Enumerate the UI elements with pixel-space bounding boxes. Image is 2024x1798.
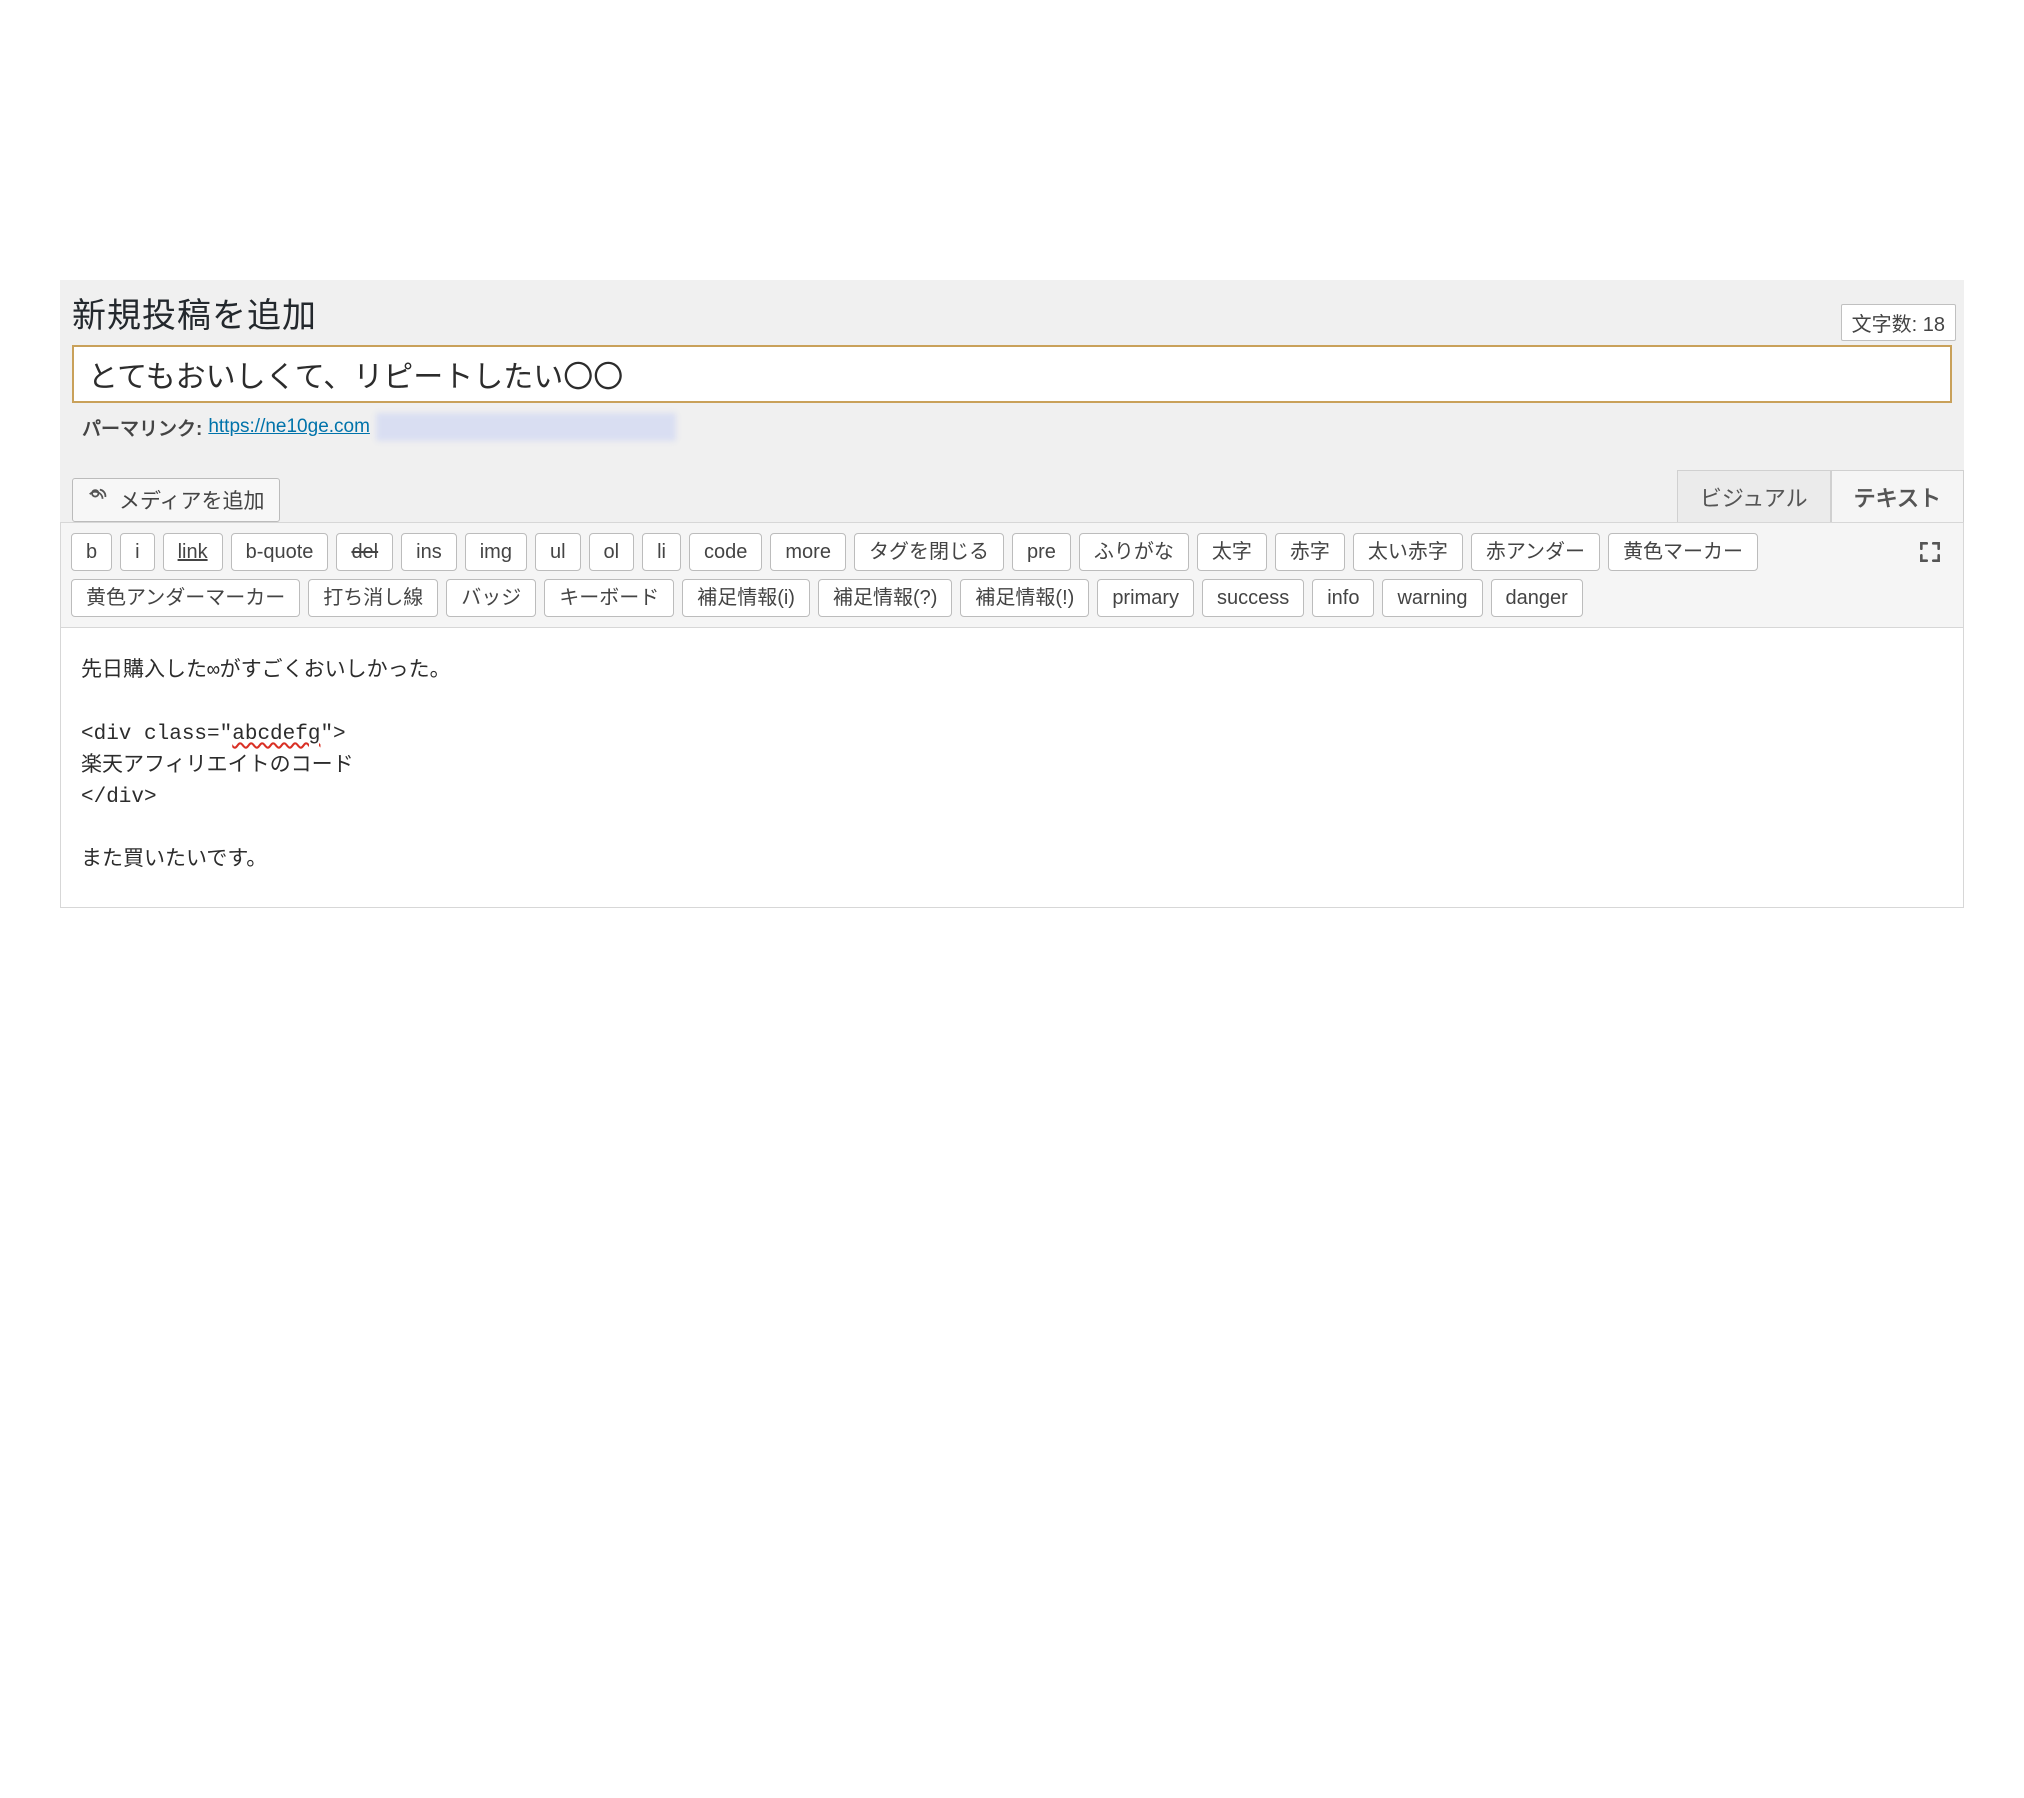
tool-ul-button[interactable]: ul — [535, 533, 581, 571]
add-media-label: メディアを追加 — [119, 485, 265, 515]
tool-blockquote-button[interactable]: b-quote — [231, 533, 329, 571]
permalink-link[interactable]: https://ne10ge.com — [208, 416, 370, 438]
tool-bold-button[interactable]: b — [71, 533, 112, 571]
header-row: 新規投稿を追加 文字数: 18 — [60, 280, 1964, 345]
tab-visual[interactable]: ビジュアル — [1677, 470, 1831, 523]
tool-supplement-q-button[interactable]: 補足情報(?) — [818, 579, 952, 617]
tool-pre-button[interactable]: pre — [1012, 533, 1071, 571]
editor-container: 新規投稿を追加 文字数: 18 パーマリンク: https://ne10ge.c… — [60, 280, 1964, 908]
content-line-4: </div> — [81, 786, 157, 809]
content-line-1: 先日購入した∞がすごくおいしかった。 — [81, 660, 451, 683]
tool-furigana-button[interactable]: ふりがな — [1079, 533, 1189, 571]
tool-warning-button[interactable]: warning — [1382, 579, 1482, 617]
tool-ol-button[interactable]: ol — [589, 533, 635, 571]
tool-code-button[interactable]: code — [689, 533, 762, 571]
add-media-button[interactable]: メディアを追加 — [72, 478, 280, 522]
tool-bold-ja-button[interactable]: 太字 — [1197, 533, 1267, 571]
tool-red-button[interactable]: 赤字 — [1275, 533, 1345, 571]
permalink-slug-blurred — [376, 413, 676, 441]
content-line-5: また買いたいです。 — [81, 849, 267, 872]
fullscreen-icon[interactable] — [1917, 539, 1943, 570]
tool-closetags-button[interactable]: タグを閉じる — [854, 533, 1004, 571]
content-line-2-post: "> — [320, 723, 345, 746]
tool-img-button[interactable]: img — [465, 533, 527, 571]
post-title-input[interactable] — [72, 345, 1952, 403]
tab-text[interactable]: テキスト — [1831, 470, 1964, 523]
char-count-value: 18 — [1923, 314, 1945, 336]
content-line-3: 楽天アフィリエイトのコード — [81, 755, 354, 778]
tool-primary-button[interactable]: primary — [1097, 579, 1194, 617]
tool-yellow-marker-button[interactable]: 黄色マーカー — [1608, 533, 1758, 571]
tool-red-under-button[interactable]: 赤アンダー — [1471, 533, 1600, 571]
post-content-textarea[interactable]: 先日購入した∞がすごくおいしかった。 <div class="abcdefg">… — [60, 628, 1964, 908]
tool-yellow-under-marker-button[interactable]: 黄色アンダーマーカー — [71, 579, 300, 617]
media-tabs-row: メディアを追加 ビジュアル テキスト — [60, 469, 1964, 522]
tool-italic-button[interactable]: i — [120, 533, 154, 571]
char-count-label: 文字数: — [1852, 314, 1918, 336]
tool-more-button[interactable]: more — [770, 533, 846, 571]
tool-danger-button[interactable]: danger — [1491, 579, 1583, 617]
page-title: 新規投稿を追加 — [72, 288, 317, 337]
permalink-row: パーマリンク: https://ne10ge.com — [82, 413, 1952, 441]
tool-bold-red-button[interactable]: 太い赤字 — [1353, 533, 1463, 571]
tool-keyboard-button[interactable]: キーボード — [544, 579, 674, 617]
tool-badge-button[interactable]: バッジ — [446, 579, 536, 617]
content-line-2-class: abcdefg — [232, 723, 320, 746]
tool-supplement-i-button[interactable]: 補足情報(i) — [682, 579, 810, 617]
tool-supplement-ex-button[interactable]: 補足情報(!) — [960, 579, 1089, 617]
tool-del-button[interactable]: del — [336, 533, 393, 571]
editor-mode-tabs: ビジュアル テキスト — [1677, 469, 1964, 522]
tool-ins-button[interactable]: ins — [401, 533, 457, 571]
character-count-badge: 文字数: 18 — [1841, 304, 1956, 341]
tool-info-button[interactable]: info — [1312, 579, 1374, 617]
tool-link-button[interactable]: link — [163, 533, 223, 571]
tool-strikethrough-button[interactable]: 打ち消し線 — [308, 579, 438, 617]
tool-li-button[interactable]: li — [642, 533, 681, 571]
text-editor-toolbar: b i link b-quote del ins img ul ol li co… — [60, 522, 1964, 628]
permalink-label: パーマリンク: — [82, 414, 202, 441]
media-icon — [87, 486, 109, 514]
tool-success-button[interactable]: success — [1202, 579, 1304, 617]
content-line-2-pre: <div class=" — [81, 723, 232, 746]
